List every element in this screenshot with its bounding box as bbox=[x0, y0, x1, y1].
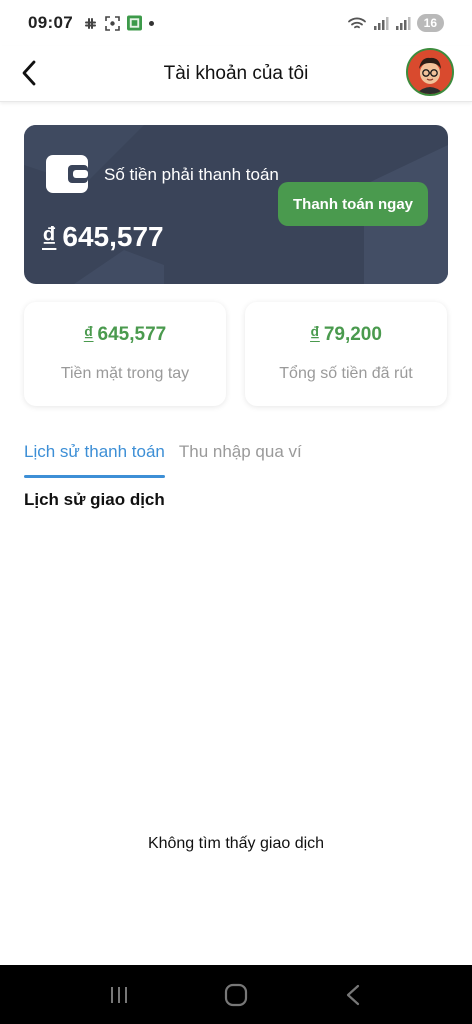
tab-wallet-income[interactable]: Thu nhập qua ví bbox=[179, 432, 302, 472]
status-system-icons: 16 bbox=[347, 14, 444, 32]
balance-label: Số tiền phải thanh toán bbox=[104, 165, 279, 184]
stat-value: ₫ 79,200 bbox=[245, 324, 447, 346]
recent-apps-icon bbox=[110, 986, 127, 1003]
tab-payment-history[interactable]: Lịch sử thanh toán bbox=[24, 432, 165, 478]
system-back-button[interactable] bbox=[333, 975, 373, 1015]
stat-value-amount: 645,577 bbox=[97, 324, 167, 345]
battery-indicator: 16 bbox=[416, 14, 444, 32]
back-icon bbox=[22, 60, 36, 86]
status-notification-icons bbox=[83, 15, 154, 31]
stat-card-total-withdrawn: ₫ 79,200 Tổng số tiền đã rút bbox=[245, 302, 447, 406]
stat-value: ₫ 645,577 bbox=[24, 324, 226, 346]
home-icon bbox=[224, 983, 248, 1006]
notification-dot-icon bbox=[148, 20, 154, 26]
wifi-icon bbox=[347, 16, 367, 31]
stat-card-cash-in-hand: ₫ 645,577 Tiền mặt trong tay bbox=[24, 302, 226, 406]
page-title: Tài khoản của tôi bbox=[163, 62, 309, 84]
balance-amount-value: 645,577 bbox=[62, 221, 164, 252]
app-bar: Tài khoản của tôi bbox=[0, 46, 472, 102]
home-button[interactable] bbox=[216, 975, 256, 1015]
system-nav-bar bbox=[0, 965, 472, 1024]
empty-state-message: Không tìm thấy giao dịch bbox=[147, 835, 325, 852]
slack-icon bbox=[83, 16, 98, 31]
screenshot-icon bbox=[105, 15, 120, 31]
app-icon bbox=[126, 15, 142, 31]
tab-bar: Lịch sử thanh toán Thu nhập qua ví bbox=[24, 432, 302, 478]
currency-symbol: ₫ bbox=[83, 324, 94, 345]
signal-icon bbox=[395, 16, 411, 31]
balance-amount: ₫ 645,577 bbox=[42, 221, 164, 253]
stat-label: Tiền mặt trong tay bbox=[60, 365, 190, 382]
pay-now-button[interactable]: Thanh toán ngay bbox=[278, 182, 428, 226]
signal-icon bbox=[373, 16, 389, 31]
tab-label: Lịch sử thanh toán bbox=[24, 442, 165, 461]
recent-apps-button[interactable] bbox=[99, 975, 139, 1015]
section-title: Lịch sử giao dịch bbox=[24, 490, 165, 509]
stat-label: Tổng số tiền đã rút bbox=[279, 365, 413, 382]
status-time: 09:07 bbox=[28, 13, 73, 32]
tab-label: Thu nhập qua ví bbox=[178, 442, 302, 461]
avatar-image bbox=[408, 50, 452, 94]
stat-value-amount: 79,200 bbox=[323, 324, 382, 345]
avatar[interactable] bbox=[406, 48, 454, 96]
system-back-icon bbox=[347, 984, 360, 1005]
tab-active-indicator bbox=[24, 475, 165, 478]
currency-symbol: ₫ bbox=[310, 324, 320, 345]
balance-card: Số tiền phải thanh toán Thanh toán ngay … bbox=[24, 125, 448, 284]
back-button[interactable] bbox=[14, 56, 44, 90]
wallet-icon bbox=[46, 155, 88, 193]
status-bar: 09:07 16 bbox=[0, 0, 472, 46]
currency-symbol: ₫ bbox=[42, 221, 57, 252]
